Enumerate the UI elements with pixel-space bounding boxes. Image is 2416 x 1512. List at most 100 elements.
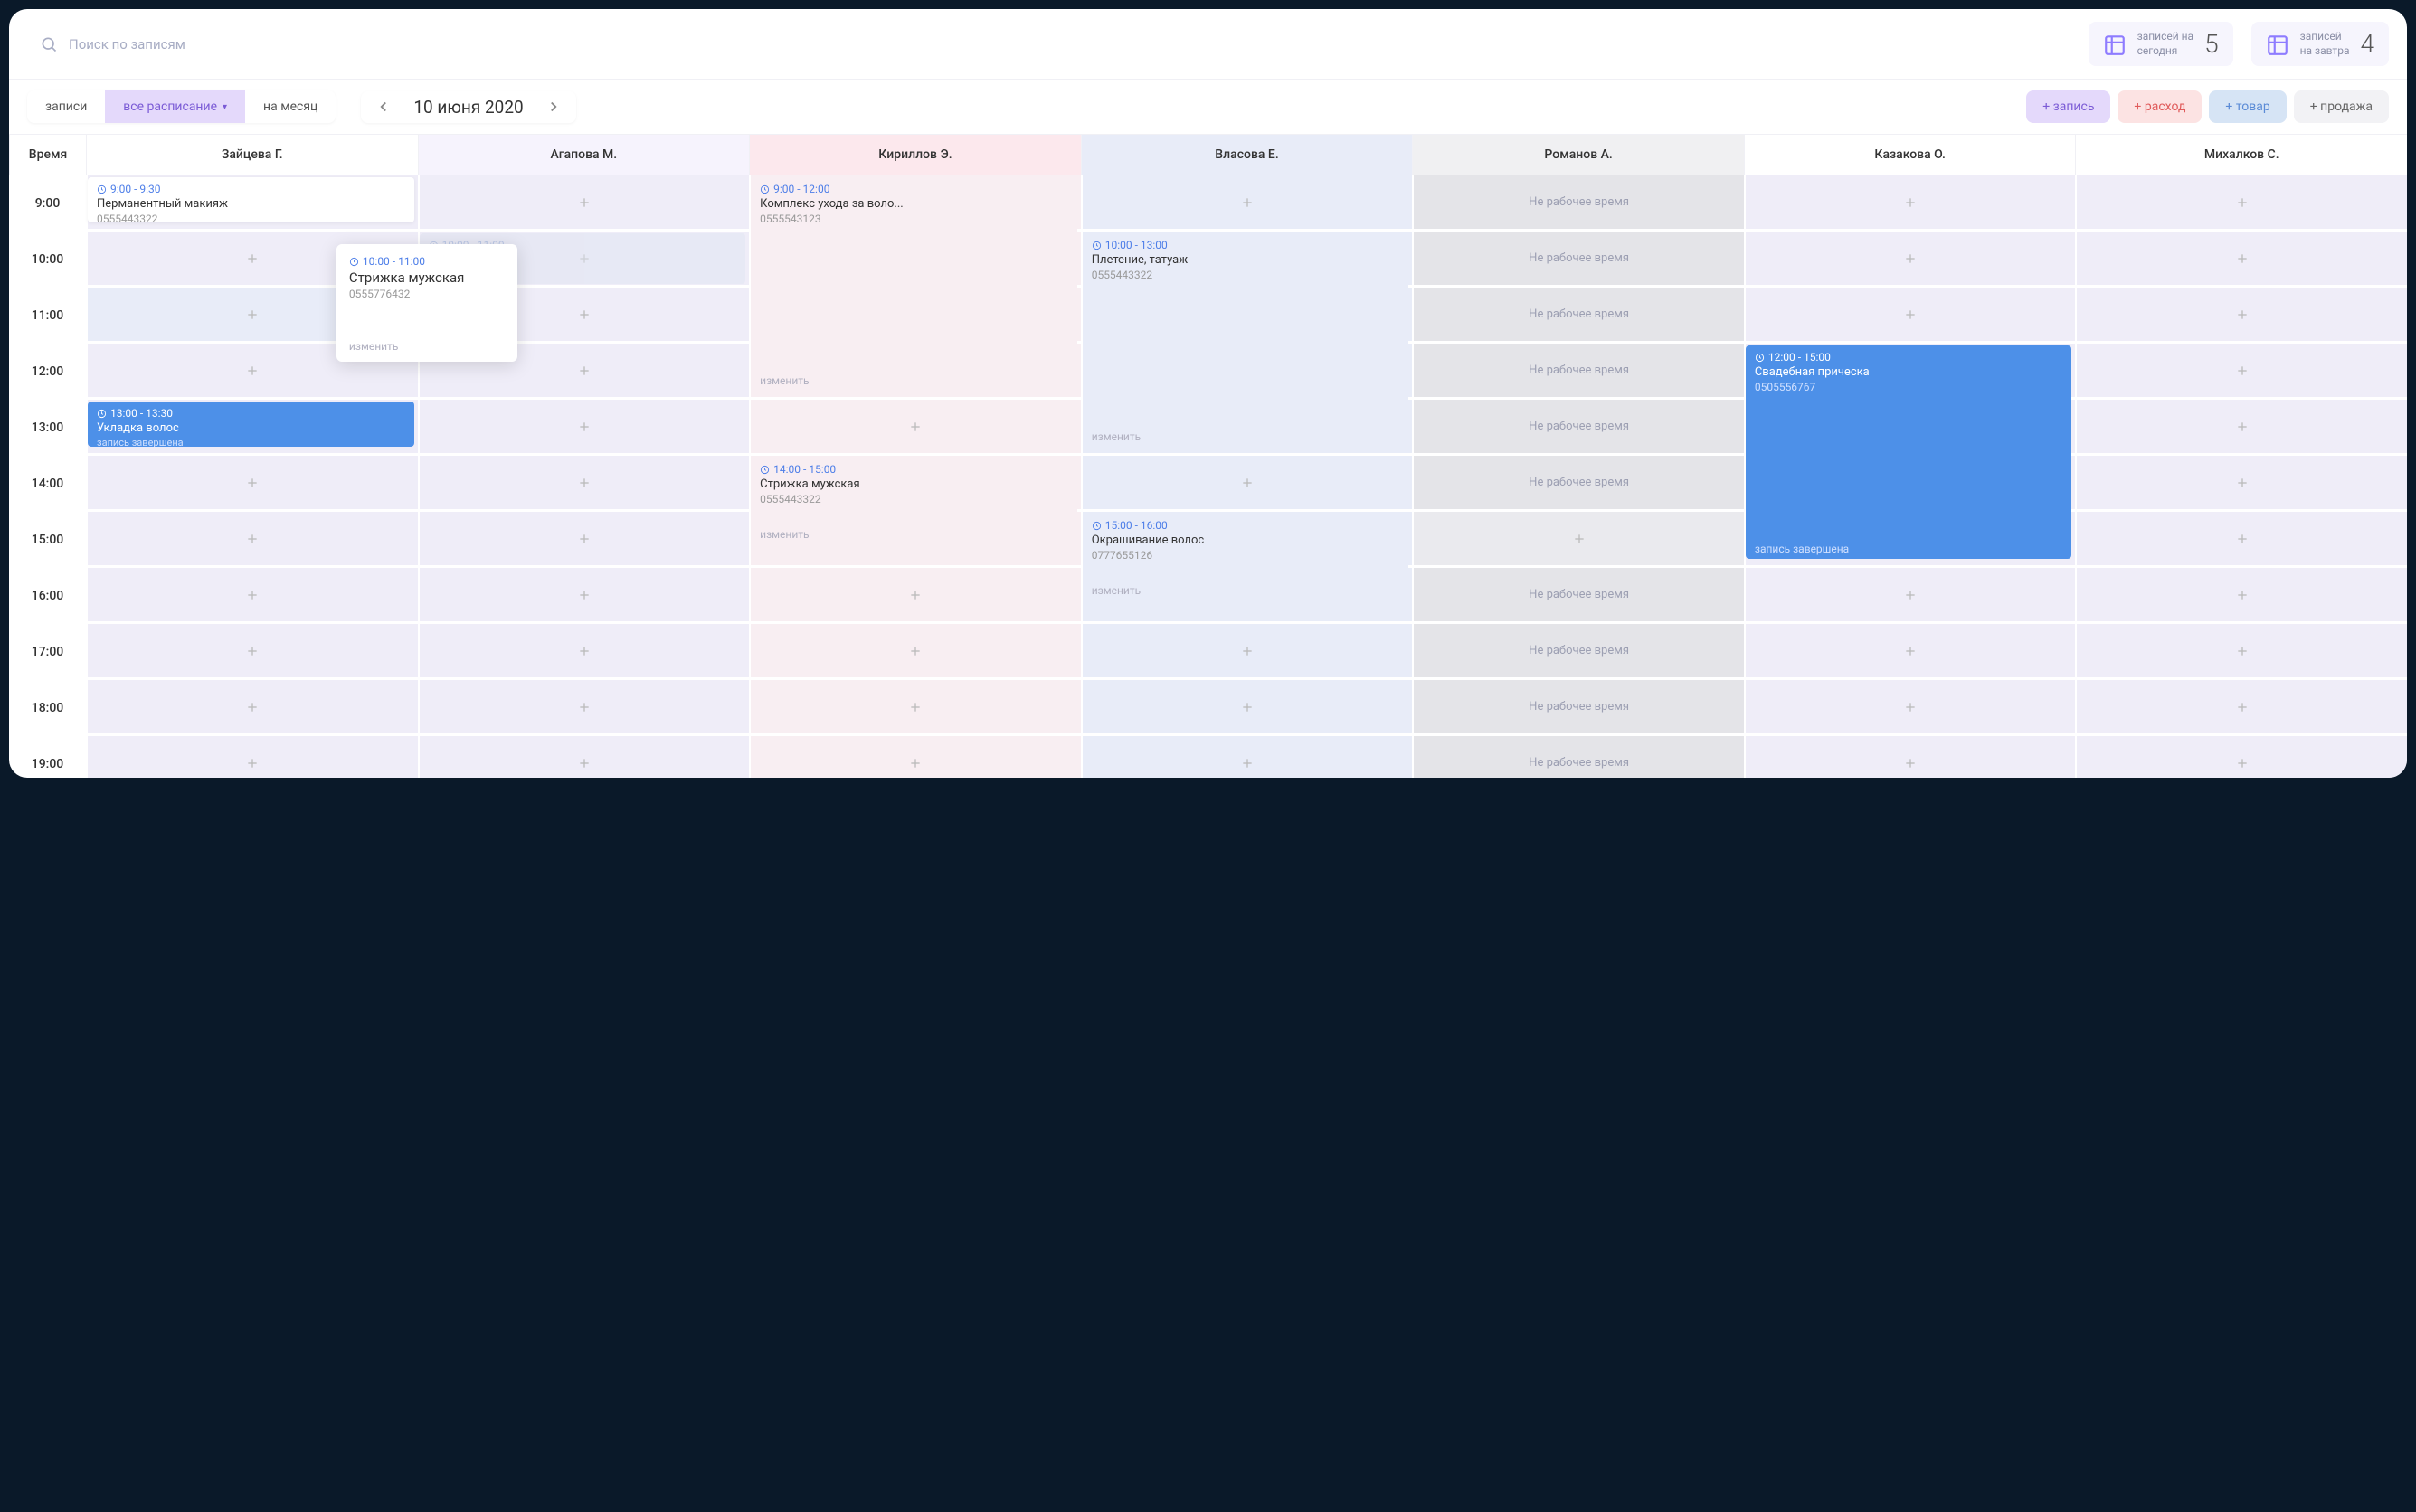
plus-icon — [2235, 644, 2250, 658]
plus-icon — [1240, 700, 1255, 714]
edit-link[interactable]: изменить — [760, 528, 809, 541]
time-label: 10:00 — [9, 232, 86, 288]
appointment-card[interactable]: 12:00 - 15:00Свадебная прическа050555676… — [1746, 345, 2072, 559]
empty-slot[interactable] — [1744, 568, 2076, 624]
empty-slot[interactable] — [749, 680, 1081, 736]
plus-icon — [245, 476, 260, 490]
tab-schedule[interactable]: все расписание ▾ — [105, 90, 245, 123]
add-goods-button[interactable]: + товар — [2209, 90, 2286, 123]
empty-slot[interactable] — [2075, 624, 2407, 680]
edit-link[interactable]: изменить — [349, 340, 398, 353]
empty-slot[interactable] — [86, 736, 418, 778]
empty-slot[interactable] — [418, 680, 750, 736]
empty-slot[interactable] — [749, 568, 1081, 624]
appointment-time: 13:00 - 13:30 — [97, 407, 405, 420]
empty-slot[interactable] — [418, 736, 750, 778]
clock-icon — [1755, 353, 1765, 363]
staff-header[interactable]: Агапова М. — [418, 135, 750, 175]
appointment-title: Плетение, татуаж — [1092, 253, 1400, 267]
plus-icon — [908, 644, 923, 658]
next-arrow-icon[interactable] — [545, 99, 562, 115]
plus-icon — [908, 756, 923, 770]
empty-slot[interactable] — [1744, 680, 2076, 736]
staff-header[interactable]: Романов А. — [1412, 135, 1744, 175]
appointment-card[interactable]: 14:00 - 15:00Стрижка мужская0555443322из… — [751, 458, 1077, 544]
plus-icon — [2235, 420, 2250, 434]
empty-slot[interactable] — [1081, 736, 1413, 778]
appointment-card[interactable]: 9:00 - 12:00Комплекс ухода за воло...055… — [751, 177, 1077, 391]
action-buttons: + запись + расход + товар + продажа — [2026, 90, 2389, 123]
empty-slot[interactable] — [2075, 512, 2407, 568]
appointment-title: Комплекс ухода за воло... — [760, 197, 1068, 211]
empty-slot[interactable] — [2075, 680, 2407, 736]
appointment-card[interactable]: 9:00 - 9:30Перманентный макияж0555443322 — [88, 177, 414, 222]
empty-slot[interactable] — [1412, 512, 1744, 568]
plus-icon — [1240, 195, 1255, 210]
empty-slot[interactable] — [1744, 232, 2076, 288]
add-record-button[interactable]: + запись — [2026, 90, 2110, 123]
staff-header[interactable]: Зайцева Г. — [86, 135, 418, 175]
empty-slot[interactable] — [86, 456, 418, 512]
staff-header[interactable]: Власова Е. — [1081, 135, 1413, 175]
empty-slot[interactable] — [86, 512, 418, 568]
empty-slot[interactable] — [2075, 288, 2407, 344]
appointment-status: запись завершена — [1755, 543, 1849, 555]
appointment-time: 12:00 - 15:00 — [1755, 351, 2063, 364]
empty-slot[interactable] — [749, 736, 1081, 778]
topbar: записей на сегодня 5 записей на завтра 4 — [9, 9, 2407, 80]
search-input[interactable] — [69, 36, 485, 52]
empty-slot[interactable] — [418, 624, 750, 680]
add-sale-button[interactable]: + продажа — [2294, 90, 2389, 123]
empty-slot[interactable] — [418, 175, 750, 232]
appointment-time: 9:00 - 12:00 — [760, 183, 1068, 195]
empty-slot[interactable] — [1081, 680, 1413, 736]
tab-records[interactable]: записи — [27, 90, 105, 123]
unavailable-cell: Не рабочее время — [1412, 400, 1744, 456]
empty-slot[interactable] — [1081, 624, 1413, 680]
staff-header[interactable]: Кириллов Э. — [749, 135, 1081, 175]
empty-slot[interactable] — [418, 512, 750, 568]
empty-slot[interactable] — [1744, 288, 2076, 344]
tab-month[interactable]: на месяц — [245, 90, 336, 123]
empty-slot[interactable] — [418, 400, 750, 456]
empty-slot[interactable] — [2075, 736, 2407, 778]
appointment-card[interactable]: 15:00 - 16:00Окрашивание волос0777655126… — [1083, 514, 1409, 600]
empty-slot[interactable] — [1744, 175, 2076, 232]
prev-arrow-icon[interactable] — [375, 99, 392, 115]
clock-icon — [97, 184, 107, 194]
empty-slot[interactable] — [1744, 624, 2076, 680]
edit-link[interactable]: изменить — [1092, 430, 1141, 443]
empty-slot[interactable] — [2075, 400, 2407, 456]
empty-slot[interactable] — [2075, 175, 2407, 232]
empty-slot[interactable] — [86, 624, 418, 680]
empty-slot[interactable] — [418, 456, 750, 512]
empty-slot[interactable] — [2075, 232, 2407, 288]
plus-icon — [577, 588, 592, 602]
search-box[interactable] — [27, 28, 497, 61]
empty-slot[interactable] — [749, 624, 1081, 680]
empty-slot[interactable] — [1081, 456, 1413, 512]
current-date[interactable]: 10 июня 2020 — [413, 97, 523, 118]
empty-slot[interactable] — [86, 680, 418, 736]
appointment-title: Окрашивание волос — [1092, 534, 1400, 547]
schedule-row: 18:00Не рабочее время — [9, 680, 2407, 736]
empty-slot[interactable] — [1081, 175, 1413, 232]
add-expense-button[interactable]: + расход — [2118, 90, 2202, 123]
plus-icon — [245, 364, 260, 378]
empty-slot[interactable] — [749, 400, 1081, 456]
staff-header[interactable]: Михалков С. — [2075, 135, 2407, 175]
empty-slot[interactable] — [2075, 456, 2407, 512]
appointment-float-card[interactable]: 10:00 - 11:00Стрижка мужская0555776432из… — [336, 244, 517, 362]
staff-header[interactable]: Казакова О. — [1744, 135, 2076, 175]
appointment-card[interactable]: 10:00 - 13:00Плетение, татуаж0555443322и… — [1083, 233, 1409, 447]
empty-slot[interactable] — [418, 568, 750, 624]
empty-slot[interactable] — [1744, 736, 2076, 778]
plus-icon — [2235, 476, 2250, 490]
empty-slot[interactable] — [2075, 344, 2407, 400]
empty-slot[interactable] — [86, 568, 418, 624]
edit-link[interactable]: изменить — [760, 374, 809, 387]
appointment-card[interactable]: 13:00 - 13:30Укладка волосзапись заверше… — [88, 402, 414, 447]
empty-slot[interactable] — [2075, 568, 2407, 624]
plus-icon — [2235, 756, 2250, 770]
edit-link[interactable]: изменить — [1092, 584, 1141, 597]
